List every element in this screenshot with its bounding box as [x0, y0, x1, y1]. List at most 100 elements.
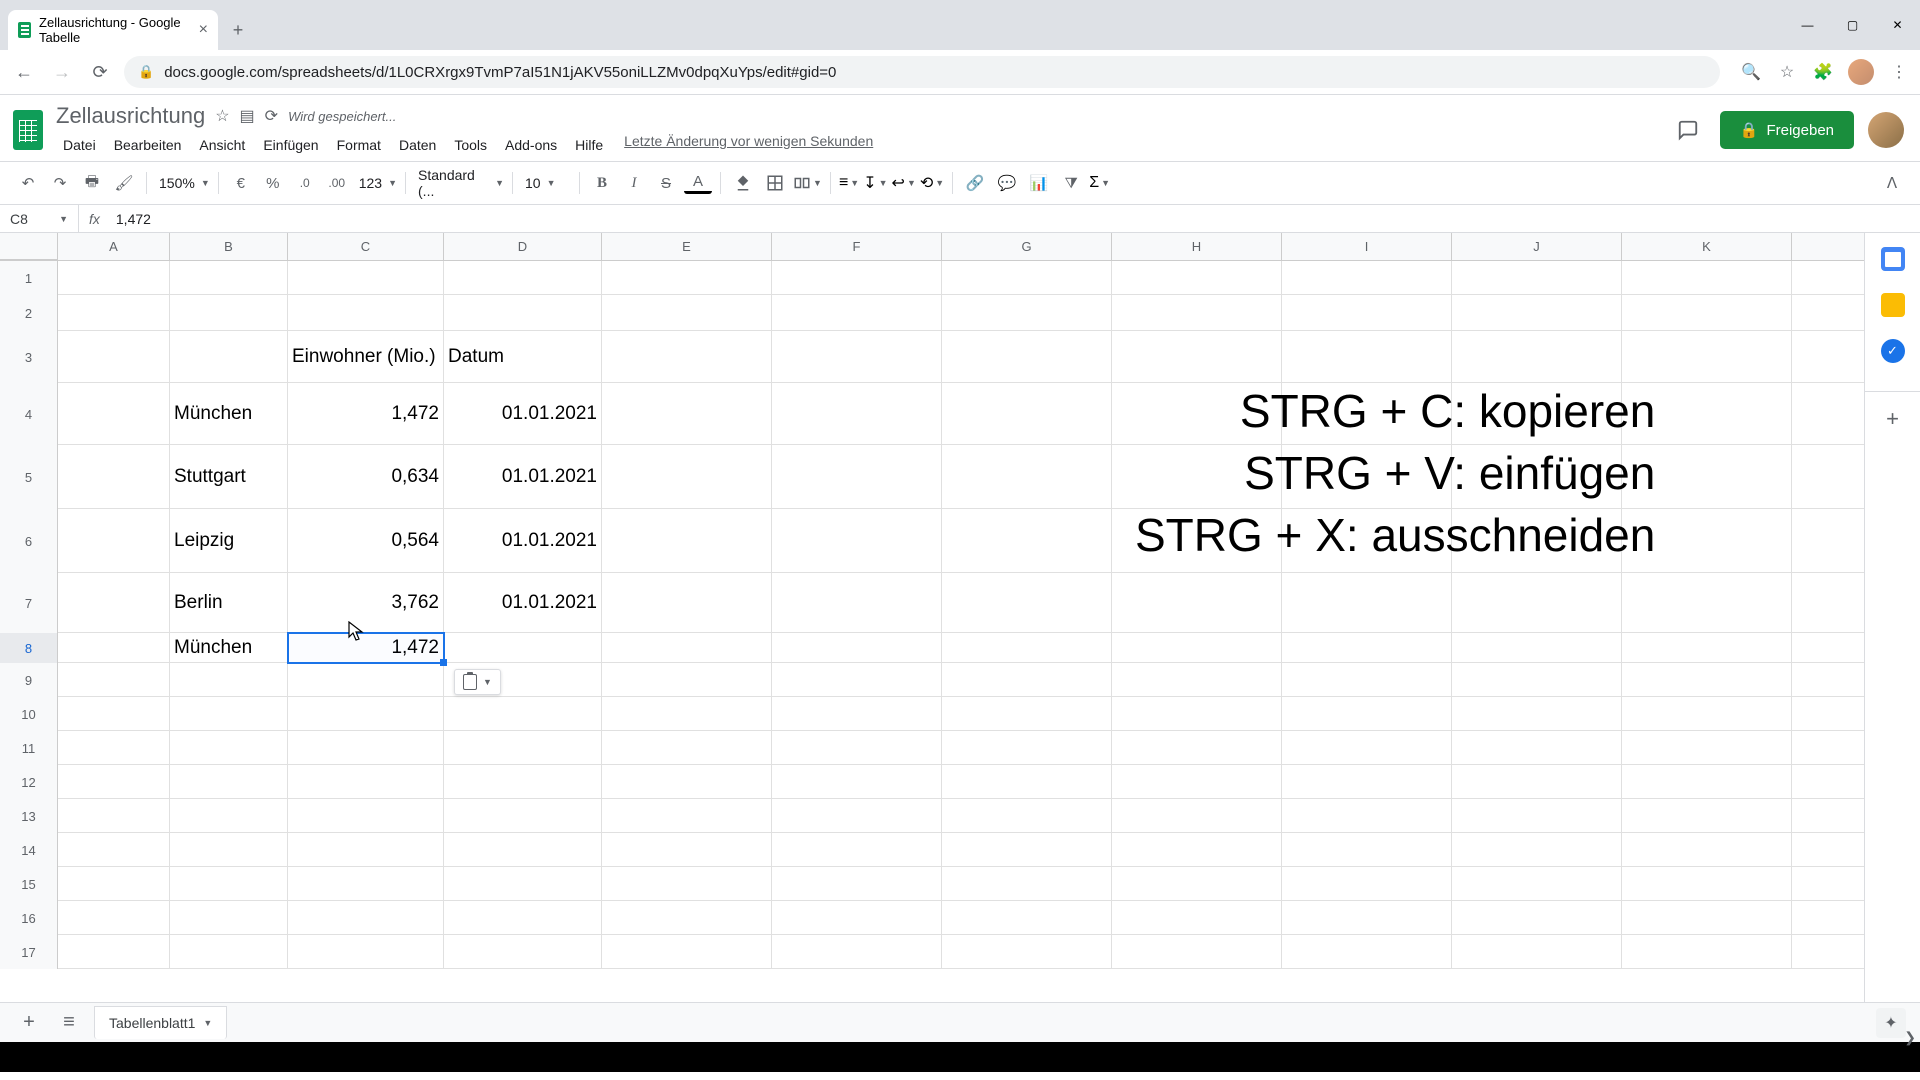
cell-D15[interactable] [444, 867, 602, 901]
cell-E5[interactable] [602, 445, 772, 509]
cell-K1[interactable] [1622, 261, 1792, 295]
cell-E16[interactable] [602, 901, 772, 935]
add-sheet-button[interactable]: + [14, 1011, 44, 1034]
row-header-15[interactable]: 15 [0, 867, 58, 901]
cell-E9[interactable] [602, 663, 772, 697]
cell-E1[interactable] [602, 261, 772, 295]
cell-B17[interactable] [170, 935, 288, 969]
cell-G11[interactable] [942, 731, 1112, 765]
row-header-7[interactable]: 7 [0, 573, 58, 633]
column-header-I[interactable]: I [1282, 233, 1452, 260]
name-box[interactable]: C8▼ [0, 211, 78, 227]
cell-G7[interactable] [942, 573, 1112, 633]
cell-D12[interactable] [444, 765, 602, 799]
currency-button[interactable]: € [227, 169, 255, 197]
cell-H15[interactable] [1112, 867, 1282, 901]
row-header-5[interactable]: 5 [0, 445, 58, 509]
cell-C2[interactable] [288, 295, 444, 331]
cell-C5[interactable]: 0,634 [288, 445, 444, 509]
cell-A12[interactable] [58, 765, 170, 799]
cell-I12[interactable] [1282, 765, 1452, 799]
document-title[interactable]: Zellausrichtung [56, 103, 205, 129]
browser-menu-icon[interactable]: ⋮ [1888, 61, 1910, 83]
cell-D6[interactable]: 01.01.2021 [444, 509, 602, 573]
cell-C11[interactable] [288, 731, 444, 765]
cell-C14[interactable] [288, 833, 444, 867]
maximize-button[interactable]: ▢ [1830, 10, 1875, 40]
cell-H9[interactable] [1112, 663, 1282, 697]
print-button[interactable]: 🖶 [78, 169, 106, 197]
row-header-10[interactable]: 10 [0, 697, 58, 731]
cell-K10[interactable] [1622, 697, 1792, 731]
cell-F2[interactable] [772, 295, 942, 331]
sheets-logo-icon[interactable] [10, 106, 46, 154]
cell-H11[interactable] [1112, 731, 1282, 765]
insert-link-button[interactable]: 🔗 [961, 169, 989, 197]
menu-ansicht[interactable]: Ansicht [192, 133, 252, 157]
column-header-K[interactable]: K [1622, 233, 1792, 260]
cell-G2[interactable] [942, 295, 1112, 331]
cell-A3[interactable] [58, 331, 170, 383]
row-header-4[interactable]: 4 [0, 383, 58, 445]
paste-options-menu[interactable]: ▼ [454, 669, 501, 695]
cell-D16[interactable] [444, 901, 602, 935]
row-header-3[interactable]: 3 [0, 331, 58, 383]
cell-J3[interactable] [1452, 331, 1622, 383]
side-panel-toggle[interactable]: ❯ [1904, 1029, 1916, 1046]
cell-C4[interactable]: 1,472 [288, 383, 444, 445]
cell-H13[interactable] [1112, 799, 1282, 833]
cell-K14[interactable] [1622, 833, 1792, 867]
cell-H7[interactable] [1112, 573, 1282, 633]
italic-button[interactable]: I [620, 169, 648, 197]
cell-A2[interactable] [58, 295, 170, 331]
menu-hilfe[interactable]: Hilfe [568, 133, 610, 157]
url-field[interactable]: 🔒 docs.google.com/spreadsheets/d/1L0CRXr… [124, 56, 1720, 88]
cell-D5[interactable]: 01.01.2021 [444, 445, 602, 509]
cell-A13[interactable] [58, 799, 170, 833]
cell-C1[interactable] [288, 261, 444, 295]
add-addon-button[interactable]: + [1865, 391, 1920, 432]
cell-A10[interactable] [58, 697, 170, 731]
strikethrough-button[interactable]: S [652, 169, 680, 197]
cell-H8[interactable] [1112, 633, 1282, 663]
bold-button[interactable]: B [588, 169, 616, 197]
cell-J11[interactable] [1452, 731, 1622, 765]
cell-A4[interactable] [58, 383, 170, 445]
cell-F8[interactable] [772, 633, 942, 663]
functions-button[interactable]: Σ▼ [1089, 174, 1110, 192]
cell-G8[interactable] [942, 633, 1112, 663]
cell-J2[interactable] [1452, 295, 1622, 331]
move-icon[interactable]: ▤ [240, 106, 255, 126]
decrease-decimals-button[interactable]: .0 [291, 169, 319, 197]
cell-C7[interactable]: 3,762 [288, 573, 444, 633]
cell-F9[interactable] [772, 663, 942, 697]
cell-J15[interactable] [1452, 867, 1622, 901]
cell-I15[interactable] [1282, 867, 1452, 901]
cell-I10[interactable] [1282, 697, 1452, 731]
row-header-13[interactable]: 13 [0, 799, 58, 833]
cell-C8[interactable]: 1,472 [288, 633, 444, 663]
cell-E14[interactable] [602, 833, 772, 867]
column-header-C[interactable]: C [288, 233, 444, 260]
menu-datei[interactable]: Datei [56, 133, 103, 157]
cell-H3[interactable] [1112, 331, 1282, 383]
cell-K15[interactable] [1622, 867, 1792, 901]
cell-K12[interactable] [1622, 765, 1792, 799]
select-all-corner[interactable] [0, 233, 58, 260]
cell-F16[interactable] [772, 901, 942, 935]
cell-C13[interactable] [288, 799, 444, 833]
cell-G14[interactable] [942, 833, 1112, 867]
cell-B8[interactable]: München [170, 633, 288, 663]
cell-D13[interactable] [444, 799, 602, 833]
row-header-8[interactable]: 8 [0, 633, 58, 663]
cell-H16[interactable] [1112, 901, 1282, 935]
close-window-button[interactable]: ✕ [1875, 10, 1920, 40]
cell-F7[interactable] [772, 573, 942, 633]
cell-B6[interactable]: Leipzig [170, 509, 288, 573]
cell-B1[interactable] [170, 261, 288, 295]
cell-F10[interactable] [772, 697, 942, 731]
redo-button[interactable]: ↷ [46, 169, 74, 197]
cell-G15[interactable] [942, 867, 1112, 901]
cell-I16[interactable] [1282, 901, 1452, 935]
borders-button[interactable] [761, 169, 789, 197]
